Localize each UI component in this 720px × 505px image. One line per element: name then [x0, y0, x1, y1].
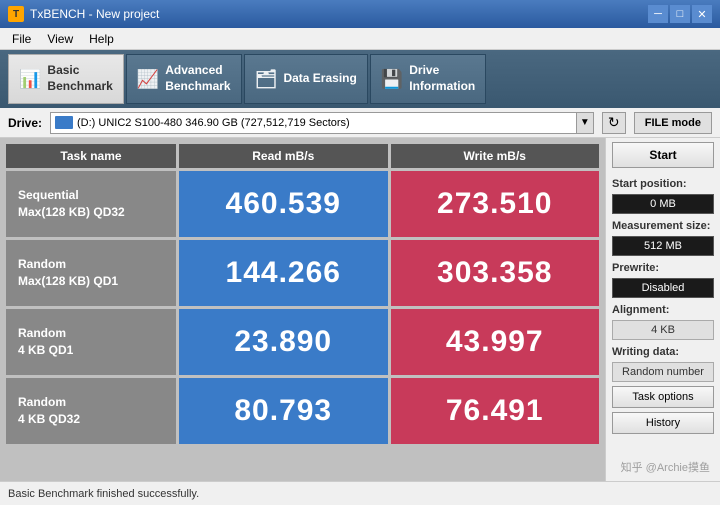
header-write: Write mB/s	[391, 144, 600, 168]
status-bar: Basic Benchmark finished successfully.	[0, 481, 720, 505]
tab-drive-information[interactable]: 💾 DriveInformation	[370, 54, 486, 104]
task-options-button[interactable]: Task options	[612, 386, 714, 408]
tab-drive-label: DriveInformation	[409, 63, 475, 94]
write-value-4: 76.491	[391, 378, 600, 444]
menu-help[interactable]: Help	[81, 28, 122, 49]
app-title: TxBENCH - New project	[30, 7, 159, 21]
writing-data-label: Writing data:	[612, 346, 714, 358]
start-position-value: 0 MB	[612, 194, 714, 214]
start-position-label: Start position:	[612, 178, 714, 190]
bench-header: Task name Read mB/s Write mB/s	[6, 144, 599, 168]
tab-advanced-label: AdvancedBenchmark	[165, 63, 230, 94]
toolbar: 📊 BasicBenchmark 📈 AdvancedBenchmark 🗂 D…	[0, 50, 720, 108]
data-erasing-icon: 🗂	[255, 69, 278, 90]
basic-benchmark-icon: 📊	[19, 69, 41, 90]
task-label-3: Random4 KB QD1	[6, 309, 176, 375]
menu-file[interactable]: File	[4, 28, 39, 49]
read-value-1: 460.539	[179, 171, 388, 237]
write-value-2: 303.358	[391, 240, 600, 306]
measurement-label: Measurement size:	[612, 220, 714, 232]
drive-small-icon	[55, 116, 73, 129]
drive-dropdown-arrow[interactable]: ▼	[576, 112, 594, 134]
maximize-button[interactable]: □	[670, 5, 690, 23]
table-row: Random4 KB QD1 23.890 43.997	[6, 309, 599, 375]
right-sidebar: Start Start position: 0 MB Measurement s…	[605, 138, 720, 481]
read-value-4: 80.793	[179, 378, 388, 444]
drive-label: Drive:	[8, 116, 42, 130]
table-row: RandomMax(128 KB) QD1 144.266 303.358	[6, 240, 599, 306]
drive-refresh-button[interactable]: ↻	[602, 112, 626, 134]
drive-info-icon: 💾	[381, 69, 403, 90]
read-value-3: 23.890	[179, 309, 388, 375]
title-bar-controls: ─ □ ✕	[648, 5, 712, 23]
header-read: Read mB/s	[179, 144, 388, 168]
tab-basic-benchmark[interactable]: 📊 BasicBenchmark	[8, 54, 124, 104]
tab-basic-label: BasicBenchmark	[47, 63, 112, 94]
minimize-button[interactable]: ─	[648, 5, 668, 23]
prewrite-label: Prewrite:	[612, 262, 714, 274]
drive-combo[interactable]: (D:) UNIC2 S100-480 346.90 GB (727,512,7…	[50, 112, 576, 134]
table-row: SequentialMax(128 KB) QD32 460.539 273.5…	[6, 171, 599, 237]
file-mode-button[interactable]: FILE mode	[634, 112, 712, 134]
prewrite-value: Disabled	[612, 278, 714, 298]
drive-value: (D:) UNIC2 S100-480 346.90 GB (727,512,7…	[77, 117, 350, 129]
write-value-1: 273.510	[391, 171, 600, 237]
task-label-2: RandomMax(128 KB) QD1	[6, 240, 176, 306]
status-message: Basic Benchmark finished successfully.	[8, 488, 199, 500]
task-label-1: SequentialMax(128 KB) QD32	[6, 171, 176, 237]
table-row: Random4 KB QD32 80.793 76.491	[6, 378, 599, 444]
watermark: 知乎 @Archie摸鱼	[621, 459, 710, 475]
alignment-label: Alignment:	[612, 304, 714, 316]
tab-erasing-label: Data Erasing	[283, 71, 356, 87]
drive-row: Drive: (D:) UNIC2 S100-480 346.90 GB (72…	[0, 108, 720, 138]
writing-data-value: Random number	[612, 362, 714, 382]
start-button[interactable]: Start	[612, 142, 714, 168]
benchmark-area: Task name Read mB/s Write mB/s Sequentia…	[0, 138, 605, 481]
measurement-value: 512 MB	[612, 236, 714, 256]
menu-bar: File View Help	[0, 28, 720, 50]
header-task: Task name	[6, 144, 176, 168]
menu-view[interactable]: View	[39, 28, 81, 49]
task-label-4: Random4 KB QD32	[6, 378, 176, 444]
close-button[interactable]: ✕	[692, 5, 712, 23]
alignment-value: 4 KB	[612, 320, 714, 340]
title-bar: T TxBENCH - New project ─ □ ✕	[0, 0, 720, 28]
advanced-benchmark-icon: 📈	[137, 69, 159, 90]
tab-advanced-benchmark[interactable]: 📈 AdvancedBenchmark	[126, 54, 242, 104]
read-value-2: 144.266	[179, 240, 388, 306]
history-button[interactable]: History	[612, 412, 714, 434]
bench-rows: SequentialMax(128 KB) QD32 460.539 273.5…	[6, 171, 599, 444]
app-icon: T	[8, 6, 24, 22]
main-content: Task name Read mB/s Write mB/s Sequentia…	[0, 138, 720, 481]
write-value-3: 43.997	[391, 309, 600, 375]
tab-data-erasing[interactable]: 🗂 Data Erasing	[244, 54, 368, 104]
